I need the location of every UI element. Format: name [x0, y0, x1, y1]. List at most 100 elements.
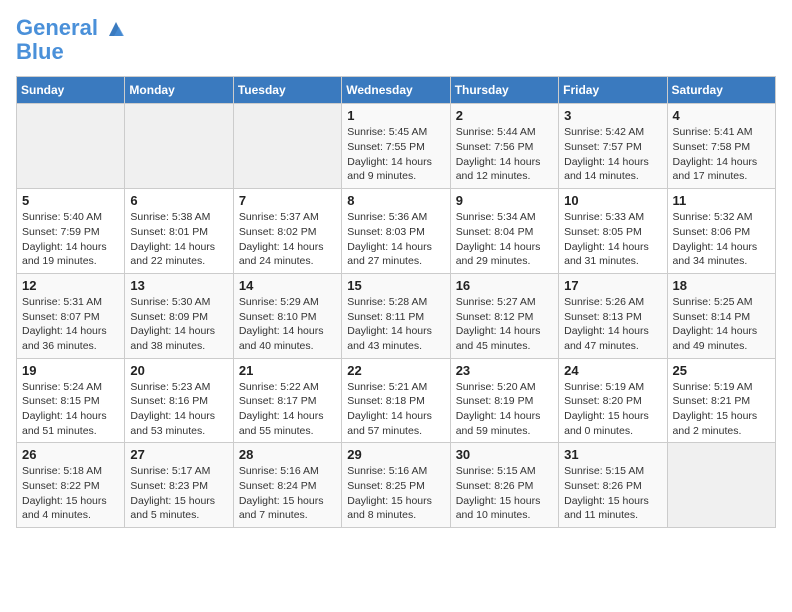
calendar-cell: 12 Sunrise: 5:31 AMSunset: 8:07 PMDayligh… [17, 273, 125, 358]
calendar-cell: 17 Sunrise: 5:26 AMSunset: 8:13 PMDayligh… [559, 273, 667, 358]
weekday-header-saturday: Saturday [667, 77, 775, 104]
calendar-cell: 14 Sunrise: 5:29 AMSunset: 8:10 PMDayligh… [233, 273, 341, 358]
day-number: 10 [564, 193, 661, 208]
day-number: 27 [130, 447, 227, 462]
day-info: Sunrise: 5:45 AMSunset: 7:55 PMDaylight:… [347, 125, 444, 184]
day-info: Sunrise: 5:19 AMSunset: 8:20 PMDaylight:… [564, 380, 661, 439]
weekday-header-row: SundayMondayTuesdayWednesdayThursdayFrid… [17, 77, 776, 104]
calendar-cell: 1 Sunrise: 5:45 AMSunset: 7:55 PMDaylight… [342, 104, 450, 189]
weekday-header-tuesday: Tuesday [233, 77, 341, 104]
calendar-cell [233, 104, 341, 189]
day-info: Sunrise: 5:42 AMSunset: 7:57 PMDaylight:… [564, 125, 661, 184]
day-number: 1 [347, 108, 444, 123]
day-number: 3 [564, 108, 661, 123]
calendar-cell: 24 Sunrise: 5:19 AMSunset: 8:20 PMDayligh… [559, 358, 667, 443]
page-header: General Blue [16, 16, 776, 64]
calendar-cell: 22 Sunrise: 5:21 AMSunset: 8:18 PMDayligh… [342, 358, 450, 443]
day-info: Sunrise: 5:41 AMSunset: 7:58 PMDaylight:… [673, 125, 770, 184]
calendar-cell: 23 Sunrise: 5:20 AMSunset: 8:19 PMDayligh… [450, 358, 558, 443]
day-number: 16 [456, 278, 553, 293]
day-info: Sunrise: 5:30 AMSunset: 8:09 PMDaylight:… [130, 295, 227, 354]
day-number: 29 [347, 447, 444, 462]
logo-text: General [16, 16, 128, 40]
day-info: Sunrise: 5:16 AMSunset: 8:24 PMDaylight:… [239, 464, 336, 523]
day-info: Sunrise: 5:18 AMSunset: 8:22 PMDaylight:… [22, 464, 119, 523]
day-number: 7 [239, 193, 336, 208]
day-info: Sunrise: 5:16 AMSunset: 8:25 PMDaylight:… [347, 464, 444, 523]
calendar-cell: 6Sunrise: 5:38 AMSunset: 8:01 PMDaylight… [125, 189, 233, 274]
day-info: Sunrise: 5:44 AMSunset: 7:56 PMDaylight:… [456, 125, 553, 184]
day-info: Sunrise: 5:28 AMSunset: 8:11 PMDaylight:… [347, 295, 444, 354]
weekday-header-thursday: Thursday [450, 77, 558, 104]
calendar-cell: 9Sunrise: 5:34 AMSunset: 8:04 PMDaylight… [450, 189, 558, 274]
calendar-week-row: 12 Sunrise: 5:31 AMSunset: 8:07 PMDayligh… [17, 273, 776, 358]
calendar-cell: 27 Sunrise: 5:17 AMSunset: 8:23 PMDayligh… [125, 443, 233, 528]
day-number: 4 [673, 108, 770, 123]
day-info: Sunrise: 5:25 AMSunset: 8:14 PMDaylight:… [673, 295, 770, 354]
day-number: 2 [456, 108, 553, 123]
day-info: Sunrise: 5:36 AMSunset: 8:03 PMDaylight:… [347, 210, 444, 269]
day-number: 12 [22, 278, 119, 293]
calendar-cell [125, 104, 233, 189]
logo: General Blue [16, 16, 128, 64]
calendar-cell: 26Sunrise: 5:18 AMSunset: 8:22 PMDayligh… [17, 443, 125, 528]
day-info: Sunrise: 5:23 AMSunset: 8:16 PMDaylight:… [130, 380, 227, 439]
day-info: Sunrise: 5:29 AMSunset: 8:10 PMDaylight:… [239, 295, 336, 354]
day-info: Sunrise: 5:20 AMSunset: 8:19 PMDaylight:… [456, 380, 553, 439]
calendar-week-row: 26Sunrise: 5:18 AMSunset: 8:22 PMDayligh… [17, 443, 776, 528]
day-info: Sunrise: 5:19 AMSunset: 8:21 PMDaylight:… [673, 380, 770, 439]
calendar-cell: 18 Sunrise: 5:25 AMSunset: 8:14 PMDayligh… [667, 273, 775, 358]
calendar-cell: 3 Sunrise: 5:42 AMSunset: 7:57 PMDaylight… [559, 104, 667, 189]
calendar-cell: 4 Sunrise: 5:41 AMSunset: 7:58 PMDaylight… [667, 104, 775, 189]
day-number: 13 [130, 278, 227, 293]
calendar-cell: 5 Sunrise: 5:40 AMSunset: 7:59 PMDaylight… [17, 189, 125, 274]
calendar-cell: 29 Sunrise: 5:16 AMSunset: 8:25 PMDayligh… [342, 443, 450, 528]
day-number: 23 [456, 363, 553, 378]
calendar-week-row: 5 Sunrise: 5:40 AMSunset: 7:59 PMDaylight… [17, 189, 776, 274]
day-number: 14 [239, 278, 336, 293]
day-number: 30 [456, 447, 553, 462]
day-number: 21 [239, 363, 336, 378]
calendar-week-row: 19 Sunrise: 5:24 AMSunset: 8:15 PMDayligh… [17, 358, 776, 443]
calendar-cell: 30 Sunrise: 5:15 AMSunset: 8:26 PMDayligh… [450, 443, 558, 528]
day-number: 18 [673, 278, 770, 293]
day-number: 20 [130, 363, 227, 378]
day-number: 19 [22, 363, 119, 378]
calendar-cell: 7Sunrise: 5:37 AMSunset: 8:02 PMDaylight… [233, 189, 341, 274]
weekday-header-wednesday: Wednesday [342, 77, 450, 104]
day-info: Sunrise: 5:15 AMSunset: 8:26 PMDaylight:… [456, 464, 553, 523]
calendar-cell: 2 Sunrise: 5:44 AMSunset: 7:56 PMDaylight… [450, 104, 558, 189]
day-number: 24 [564, 363, 661, 378]
calendar-cell: 25Sunrise: 5:19 AMSunset: 8:21 PMDayligh… [667, 358, 775, 443]
day-info: Sunrise: 5:26 AMSunset: 8:13 PMDaylight:… [564, 295, 661, 354]
day-number: 17 [564, 278, 661, 293]
day-number: 15 [347, 278, 444, 293]
day-number: 5 [22, 193, 119, 208]
day-info: Sunrise: 5:40 AMSunset: 7:59 PMDaylight:… [22, 210, 119, 269]
calendar-cell: 28 Sunrise: 5:16 AMSunset: 8:24 PMDayligh… [233, 443, 341, 528]
day-info: Sunrise: 5:32 AMSunset: 8:06 PMDaylight:… [673, 210, 770, 269]
day-info: Sunrise: 5:21 AMSunset: 8:18 PMDaylight:… [347, 380, 444, 439]
calendar-cell: 21 Sunrise: 5:22 AMSunset: 8:17 PMDayligh… [233, 358, 341, 443]
day-info: Sunrise: 5:33 AMSunset: 8:05 PMDaylight:… [564, 210, 661, 269]
weekday-header-monday: Monday [125, 77, 233, 104]
calendar-cell: 31Sunrise: 5:15 AMSunset: 8:26 PMDayligh… [559, 443, 667, 528]
day-info: Sunrise: 5:31 AMSunset: 8:07 PMDaylight:… [22, 295, 119, 354]
weekday-header-friday: Friday [559, 77, 667, 104]
calendar-cell: 11 Sunrise: 5:32 AMSunset: 8:06 PMDayligh… [667, 189, 775, 274]
day-info: Sunrise: 5:15 AMSunset: 8:26 PMDaylight:… [564, 464, 661, 523]
calendar-cell: 13 Sunrise: 5:30 AMSunset: 8:09 PMDayligh… [125, 273, 233, 358]
day-number: 8 [347, 193, 444, 208]
calendar-cell: 15 Sunrise: 5:28 AMSunset: 8:11 PMDayligh… [342, 273, 450, 358]
day-info: Sunrise: 5:22 AMSunset: 8:17 PMDaylight:… [239, 380, 336, 439]
calendar-cell: 19 Sunrise: 5:24 AMSunset: 8:15 PMDayligh… [17, 358, 125, 443]
day-number: 28 [239, 447, 336, 462]
day-info: Sunrise: 5:17 AMSunset: 8:23 PMDaylight:… [130, 464, 227, 523]
day-number: 22 [347, 363, 444, 378]
logo-icon [105, 18, 127, 40]
day-number: 11 [673, 193, 770, 208]
day-info: Sunrise: 5:38 AMSunset: 8:01 PMDaylight:… [130, 210, 227, 269]
day-info: Sunrise: 5:27 AMSunset: 8:12 PMDaylight:… [456, 295, 553, 354]
calendar-cell: 10 Sunrise: 5:33 AMSunset: 8:05 PMDayligh… [559, 189, 667, 274]
day-info: Sunrise: 5:24 AMSunset: 8:15 PMDaylight:… [22, 380, 119, 439]
